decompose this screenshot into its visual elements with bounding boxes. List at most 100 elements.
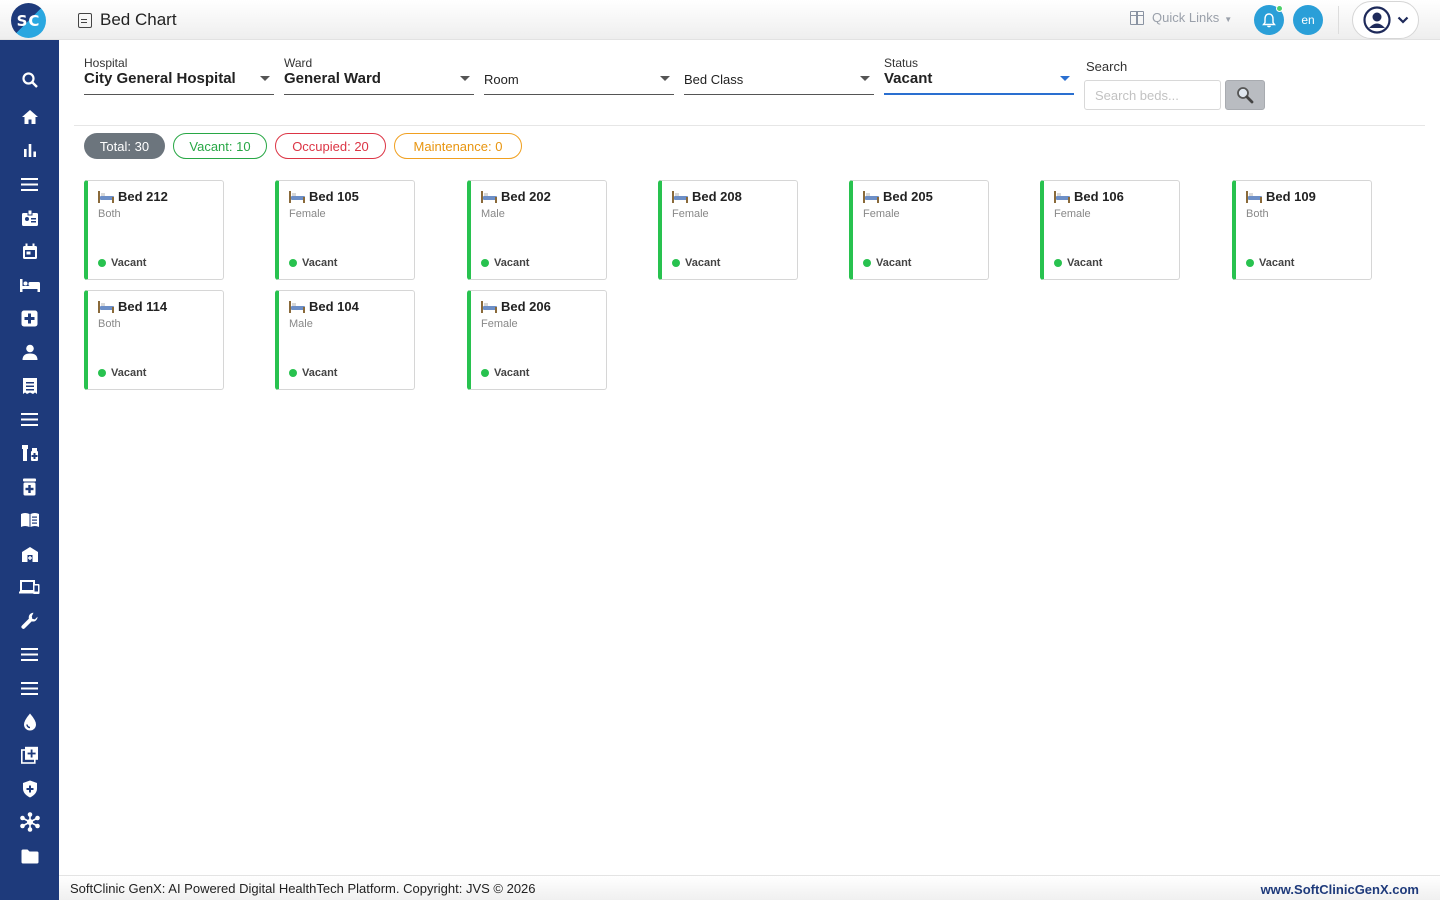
sidebar-item-pharmacy[interactable] [0, 438, 59, 468]
sidebar-item-hospital[interactable] [0, 539, 59, 569]
bed-gender: Male [289, 318, 313, 330]
notification-indicator [1276, 5, 1283, 12]
bed-gender: Female [672, 208, 709, 220]
sidebar-item-medicine[interactable] [0, 472, 59, 502]
bed-card[interactable]: Bed 109 Both Vacant [1232, 180, 1372, 280]
bed-status-label: Vacant [1067, 257, 1103, 269]
bed-card-header: Bed 212 [98, 189, 168, 204]
footer-website-link[interactable]: www.SoftClinicGenX.com [1261, 882, 1419, 897]
bed-name: Bed 114 [118, 299, 168, 314]
sidebar-item-patient[interactable] [0, 337, 59, 367]
bed-card-header: Bed 104 [289, 299, 359, 314]
bed-card[interactable]: Bed 205 Female Vacant [849, 180, 989, 280]
medical-plus-icon [21, 310, 38, 326]
maintenance-count-badge[interactable]: Maintenance: 0 [394, 133, 522, 159]
bed-chart-icon [78, 12, 92, 28]
room-select[interactable]: Room [484, 56, 674, 95]
sidebar-item-network[interactable] [0, 807, 59, 837]
status-select[interactable]: Status Vacant [884, 56, 1074, 95]
bed-icon [1054, 190, 1070, 203]
bed-card[interactable]: Bed 202 Male Vacant [467, 180, 607, 280]
bed-name: Bed 202 [501, 189, 551, 204]
bed-card-header: Bed 205 [863, 189, 933, 204]
sidebar-item-billing[interactable] [0, 371, 59, 401]
sidebar-item-menu-2[interactable] [0, 639, 59, 669]
hospital-value: City General Hospital [84, 70, 236, 87]
sidebar-item-list[interactable] [0, 404, 59, 434]
sidebar-item-dashboard[interactable] [0, 135, 59, 165]
folder-icon [21, 849, 38, 863]
bed-gender: Female [289, 208, 326, 220]
sidebar-item-add-record[interactable] [0, 740, 59, 770]
search-input[interactable] [1084, 80, 1221, 110]
app-logo[interactable]: SC [11, 3, 46, 38]
search-icon [1237, 87, 1254, 104]
vacant-count-badge[interactable]: Vacant: 10 [173, 133, 267, 159]
bed-card-header: Bed 208 [672, 189, 742, 204]
status-value: Vacant [884, 70, 933, 87]
status-dot [289, 259, 297, 267]
chevron-down-icon: ▼ [1224, 15, 1233, 24]
bed-status-label: Vacant [111, 367, 147, 379]
ward-value: General Ward [284, 70, 381, 87]
hospital-building-icon [21, 547, 38, 562]
bell-icon [1262, 12, 1276, 27]
bed-card[interactable]: Bed 104 Male Vacant [275, 290, 415, 390]
total-count-badge[interactable]: Total: 30 [84, 133, 165, 159]
search-icon [21, 72, 38, 88]
dropdown-arrow-icon [260, 76, 270, 81]
receipt-icon [22, 378, 37, 394]
ward-label: Ward [284, 56, 313, 70]
bed-status: Vacant [672, 257, 720, 269]
sidebar-item-home[interactable] [0, 102, 59, 132]
bed-gender: Both [98, 318, 121, 330]
sidebar-item-menu[interactable] [0, 169, 59, 199]
bed-gender: Female [1054, 208, 1091, 220]
page-header: Bed Chart [78, 10, 177, 30]
sidebar-item-beds[interactable] [0, 270, 59, 300]
sidebar-item-search[interactable] [0, 65, 59, 95]
wrench-icon [20, 612, 38, 629]
shield-icon [22, 780, 37, 798]
bed-status: Vacant [1246, 257, 1294, 269]
bed-card[interactable]: Bed 114 Both Vacant [84, 290, 224, 390]
bed-status-label: Vacant [494, 257, 530, 269]
bed-card[interactable]: Bed 208 Female Vacant [658, 180, 798, 280]
status-label: Status [884, 56, 919, 70]
menu-icon [21, 177, 38, 191]
bed-name: Bed 106 [1074, 189, 1124, 204]
bed-card-header: Bed 106 [1054, 189, 1124, 204]
occupied-count-badge[interactable]: Occupied: 20 [275, 133, 386, 159]
profile-menu-button[interactable] [1352, 1, 1419, 39]
bed-card[interactable]: Bed 212 Both Vacant [84, 180, 224, 280]
quick-links-menu[interactable]: Quick Links ▼ [1130, 10, 1232, 25]
sidebar-item-menu-3[interactable] [0, 673, 59, 703]
sidebar-item-devices[interactable] [0, 572, 59, 602]
bed-class-select[interactable]: Bed Class [684, 56, 874, 95]
sidebar-item-blood-bank[interactable] [0, 707, 59, 737]
bed-card[interactable]: Bed 105 Female Vacant [275, 180, 415, 280]
language-button[interactable]: en [1293, 5, 1323, 35]
bed-card[interactable]: Bed 206 Female Vacant [467, 290, 607, 390]
sidebar-item-medical[interactable] [0, 303, 59, 333]
notifications-button[interactable] [1254, 5, 1284, 35]
menu-icon [21, 647, 38, 661]
sidebar-item-tools[interactable] [0, 606, 59, 636]
sidebar-item-insurance[interactable] [0, 774, 59, 804]
bed-name: Bed 206 [501, 299, 551, 314]
status-dot [672, 259, 680, 267]
bed-status: Vacant [289, 367, 337, 379]
sidebar-item-library[interactable] [0, 505, 59, 535]
bed-name: Bed 208 [692, 189, 742, 204]
hospital-select[interactable]: Hospital City General Hospital [84, 56, 274, 95]
id-badge-icon [21, 209, 38, 226]
bed-status-label: Vacant [685, 257, 721, 269]
sidebar-item-files[interactable] [0, 841, 59, 871]
ward-select[interactable]: Ward General Ward [284, 56, 474, 95]
sidebar-item-calendar[interactable] [0, 236, 59, 266]
room-placeholder: Room [484, 72, 519, 87]
bed-card[interactable]: Bed 106 Female Vacant [1040, 180, 1180, 280]
sidebar-item-badge[interactable] [0, 203, 59, 233]
status-dot [1054, 259, 1062, 267]
search-button[interactable] [1225, 80, 1265, 110]
